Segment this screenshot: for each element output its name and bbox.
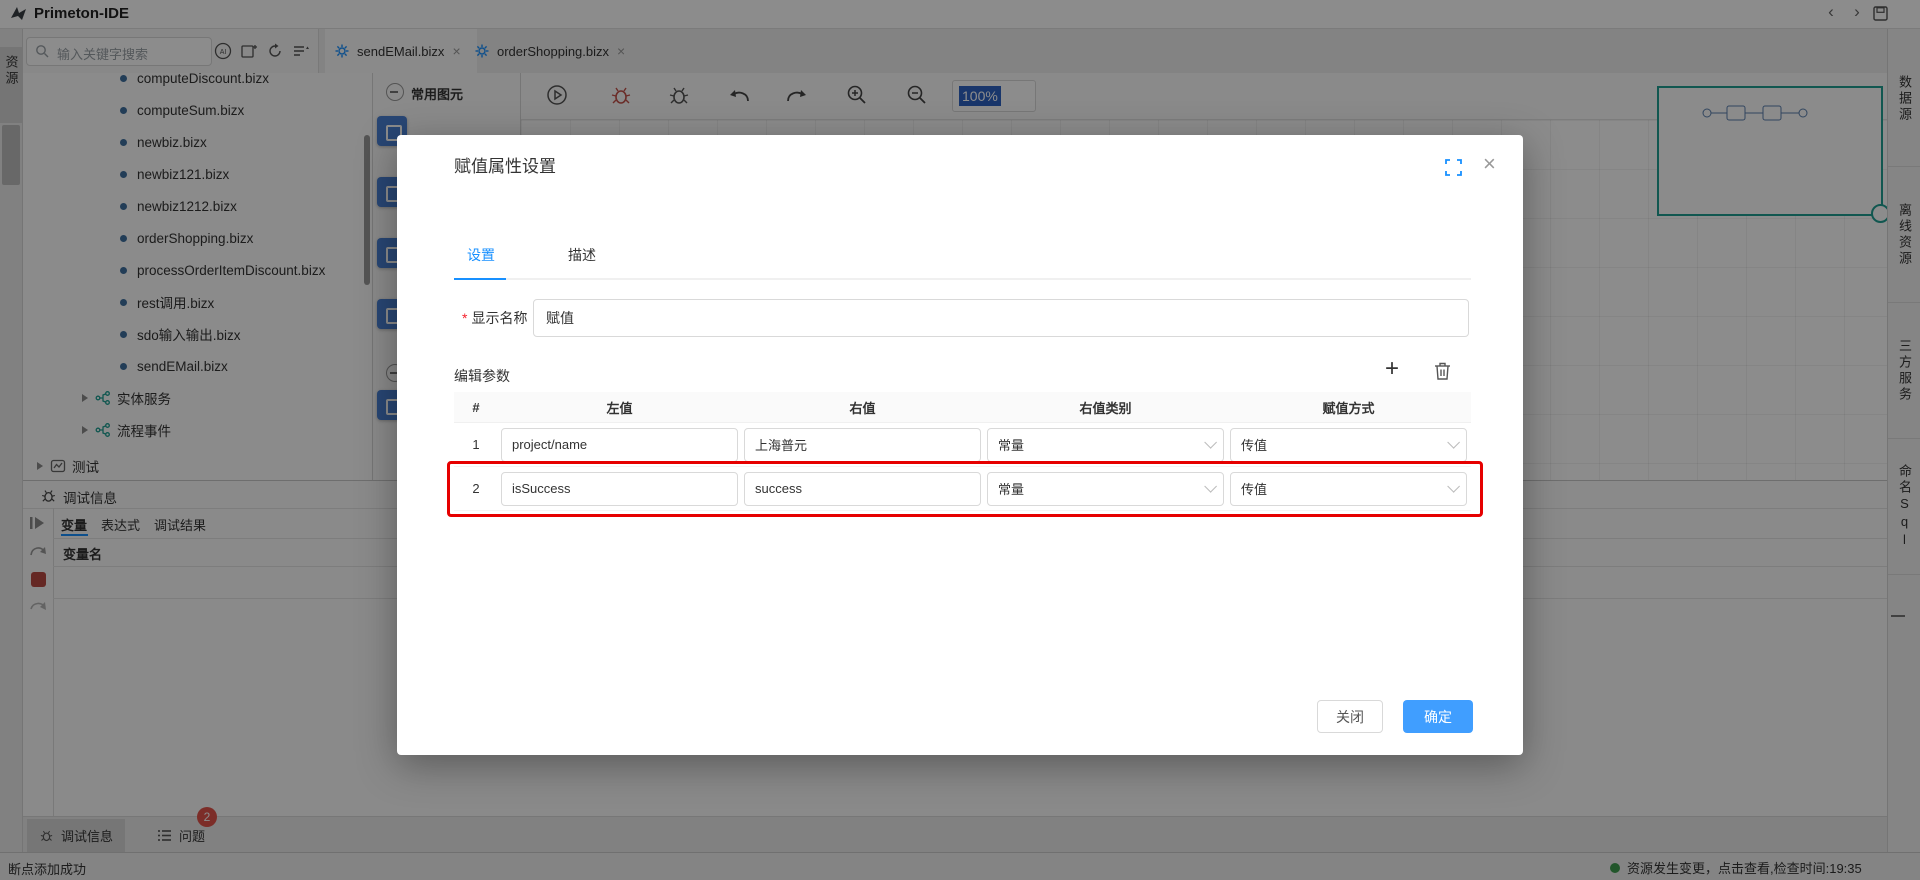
display-name-value: 赋值 [546,308,574,328]
chevron-down-icon [1447,436,1460,449]
delete-row-button[interactable] [1433,361,1452,381]
chevron-down-icon [1204,480,1217,493]
chevron-down-icon [1447,480,1460,493]
right-type-select[interactable]: 常量 [987,472,1224,506]
display-name-label: *显示名称 [462,308,527,328]
param-row-2: 2 isSuccess success 常量 传值 [454,467,1471,511]
close-button[interactable]: 关闭 [1317,700,1383,733]
col-header-index: # [454,400,498,415]
app-window: Primeton-IDE ‹ › 输入关键字搜索 AI [0,0,1920,880]
row-index: 2 [454,481,498,496]
fullscreen-icon[interactable] [1445,159,1462,176]
col-header-right-type: 右值类别 [984,398,1227,417]
left-value-input[interactable]: isSuccess [501,472,738,506]
edit-params-title: 编辑参数 [454,366,510,386]
active-tab-underline [454,278,506,280]
close-icon[interactable]: × [1483,151,1496,177]
add-row-button[interactable]: + [1385,357,1399,381]
params-table: # 左值 右值 右值类别 赋值方式 1 project/name 上海普元 常量… [454,392,1471,511]
param-row-1: 1 project/name 上海普元 常量 传值 [454,423,1471,467]
required-mark: * [462,310,467,326]
chevron-down-icon [1204,436,1217,449]
right-value-input[interactable]: 上海普元 [744,428,981,462]
row-index: 1 [454,437,498,452]
params-table-header: # 左值 右值 右值类别 赋值方式 [454,392,1471,423]
col-header-right-value: 右值 [741,398,984,417]
col-header-assign-mode: 赋值方式 [1227,398,1470,417]
left-value-input[interactable]: project/name [501,428,738,462]
assignment-properties-dialog: 赋值属性设置 × 设置 描述 *显示名称 赋值 编辑参数 + # 左值 右值 [397,135,1523,755]
tab-track [454,278,1471,280]
dialog-tab-description[interactable]: 描述 [568,245,596,265]
ok-button[interactable]: 确定 [1403,700,1473,733]
dialog-title: 赋值属性设置 [454,152,556,177]
right-value-input[interactable]: success [744,472,981,506]
assign-mode-select[interactable]: 传值 [1230,428,1467,462]
display-name-input[interactable]: 赋值 [533,299,1469,337]
assign-mode-select[interactable]: 传值 [1230,472,1467,506]
dialog-tab-settings[interactable]: 设置 [467,245,495,265]
right-type-select[interactable]: 常量 [987,428,1224,462]
col-header-left-value: 左值 [498,398,741,417]
